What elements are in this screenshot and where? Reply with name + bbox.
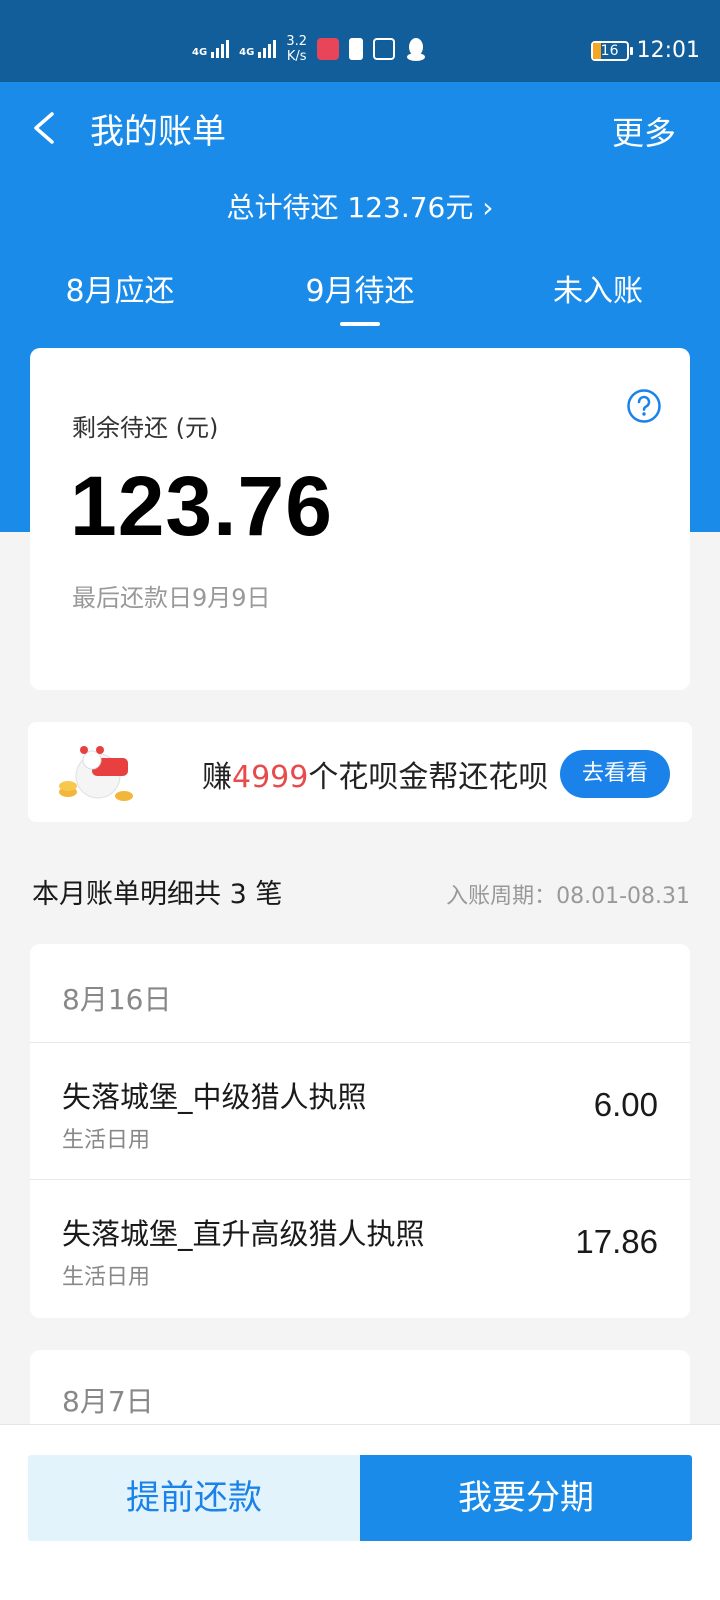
- more-button[interactable]: 更多: [612, 108, 676, 154]
- transaction-category: 生活日用: [62, 1265, 151, 1290]
- battery-icon: 16: [590, 40, 633, 61]
- promo-highlight: 4999: [232, 760, 309, 795]
- transaction-amount: 17.86: [575, 1223, 658, 1260]
- details-heading: 本月账单明细共 3 笔: [32, 879, 283, 910]
- qq-penguin-icon: [407, 38, 426, 61]
- transaction-row[interactable]: 失落城堡_中级猎人执照 生活日用 6.00: [30, 1042, 690, 1178]
- transaction-name: 失落城堡_直升高级猎人执照: [62, 1217, 425, 1251]
- tab-unposted[interactable]: 未入账: [553, 266, 643, 310]
- network-speed-value: 3.2: [286, 34, 308, 49]
- network-speed-unit: K/s: [286, 49, 307, 64]
- active-tab-indicator: [340, 322, 380, 326]
- month-tabs: 8月应还 9月待还 未入账: [0, 266, 720, 346]
- gold-coins-mascot-icon: [59, 746, 133, 801]
- battery-level: 16: [600, 42, 619, 59]
- clock: 12:01: [636, 38, 700, 63]
- bill-date: 8月16日: [62, 983, 172, 1016]
- billing-period: 入账周期：08.01-08.31: [446, 884, 690, 909]
- battery-alert-icon: [349, 38, 364, 60]
- tab-august-due[interactable]: 8月应还: [65, 266, 174, 310]
- baidu-paw-icon: [373, 38, 396, 60]
- promo-banner[interactable]: 赚4999个花呗金帮还花呗 去看看: [28, 722, 692, 822]
- network-type-label: 4G: [192, 47, 208, 58]
- network-type-label: 4G: [239, 47, 255, 58]
- bottom-action-bar: 提前还款 我要分期: [0, 1424, 720, 1600]
- tab-september-pending[interactable]: 9月待还: [305, 266, 414, 310]
- early-repayment-button[interactable]: 提前还款: [28, 1455, 360, 1541]
- question-circle-icon[interactable]: [626, 388, 662, 424]
- promo-suffix: 个花呗金帮还花呗: [308, 760, 549, 795]
- promo-view-button[interactable]: 去看看: [560, 750, 670, 798]
- status-right: 16 12:01: [590, 38, 700, 63]
- transaction-name: 失落城堡_中级猎人执照: [62, 1080, 367, 1114]
- signal-icon: 4G: [239, 40, 277, 58]
- promo-prefix: 赚: [202, 760, 232, 795]
- balance-amount: 123.76: [70, 459, 333, 553]
- promo-text: 赚4999个花呗金帮还花呗: [202, 752, 548, 796]
- bill-group: 8月16日 失落城堡_中级猎人执照 生活日用 6.00 失落城堡_直升高级猎人执…: [30, 944, 690, 1318]
- book-app-icon: [317, 38, 340, 60]
- transaction-row[interactable]: 失落城堡_直升高级猎人执照 生活日用 17.86: [30, 1179, 690, 1315]
- installment-button[interactable]: 我要分期: [360, 1455, 692, 1541]
- chevron-left-icon[interactable]: [26, 108, 66, 148]
- page-title: 我的账单: [90, 112, 226, 152]
- transaction-category: 生活日用: [62, 1128, 151, 1153]
- due-date: 最后还款日9月9日: [72, 584, 271, 612]
- status-bar: 4G 4G 3.2 K/s 16 12:01: [0, 0, 720, 82]
- balance-card: 剩余待还 (元) 123.76 最后还款日9月9日: [30, 348, 690, 690]
- transaction-amount: 6.00: [593, 1086, 658, 1123]
- status-icons: 4G 4G 3.2 K/s: [192, 34, 427, 64]
- total-due-link[interactable]: 总计待还 123.76元 ›: [0, 186, 720, 226]
- network-speed: 3.2 K/s: [286, 34, 307, 64]
- balance-label: 剩余待还 (元): [72, 414, 219, 442]
- bill-date: 8月7日: [62, 1385, 154, 1418]
- signal-icon: 4G: [192, 40, 230, 58]
